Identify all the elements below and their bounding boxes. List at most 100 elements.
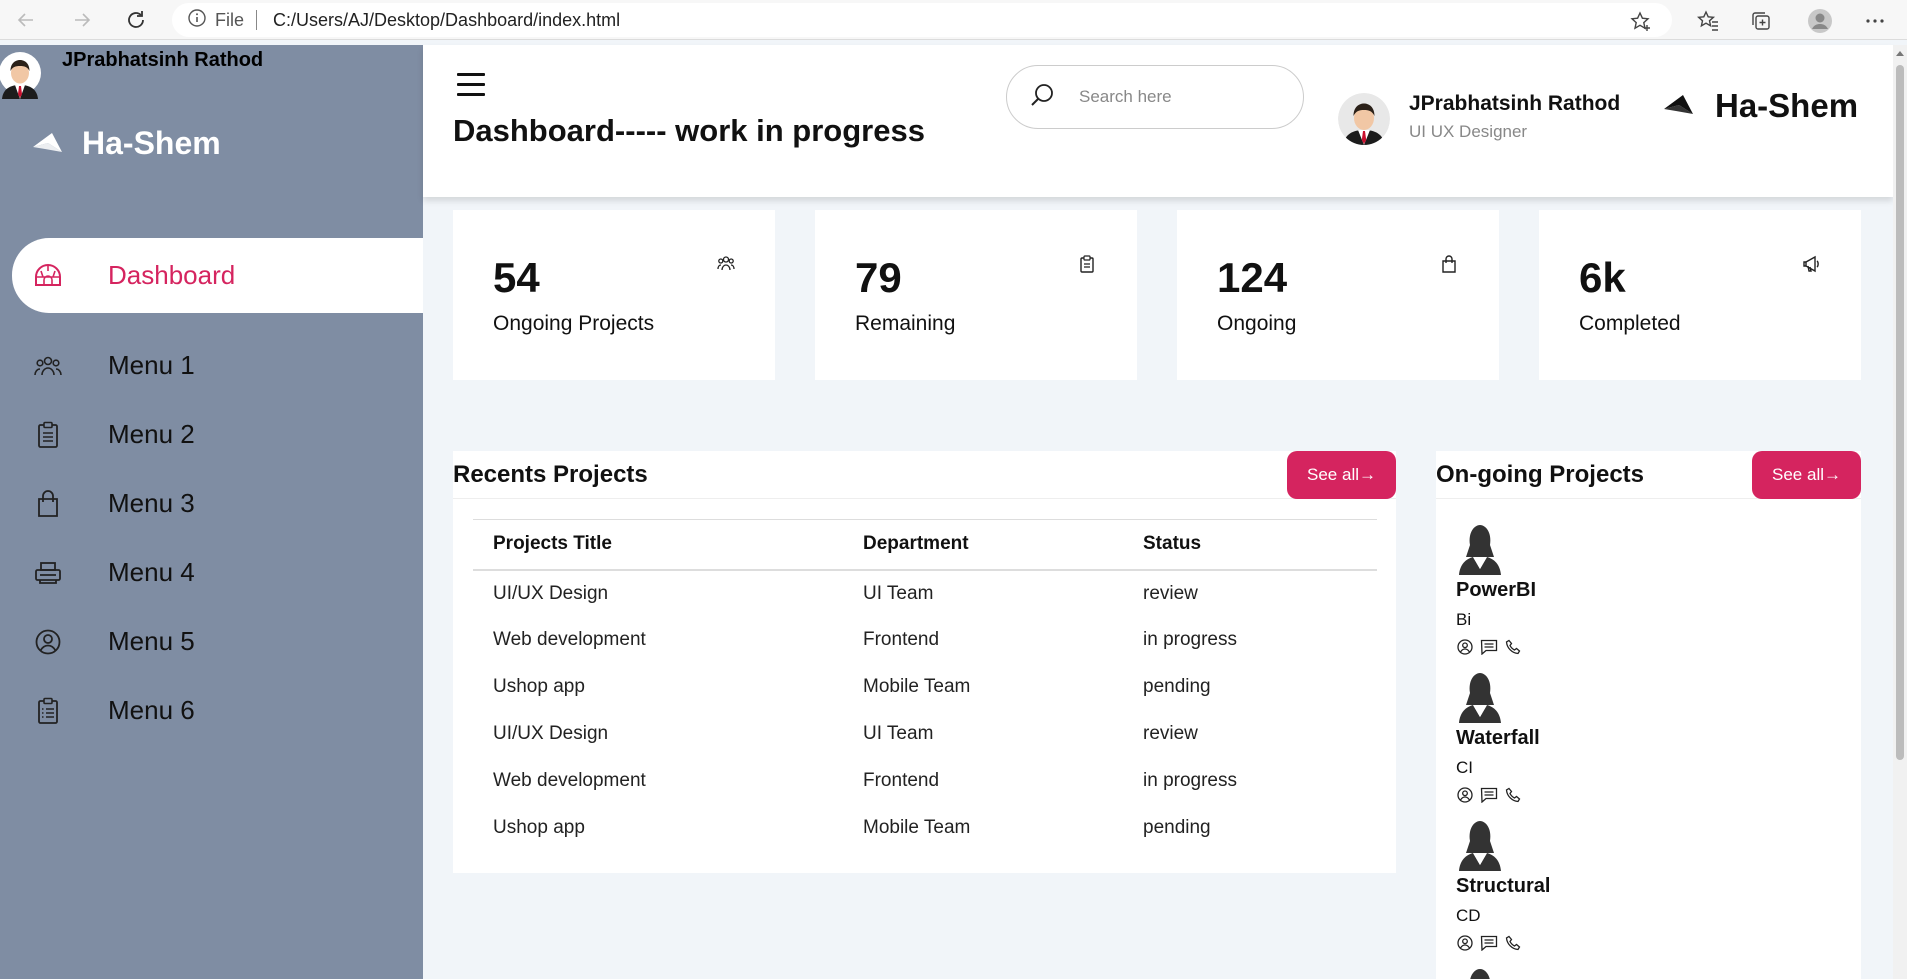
- megaphone-icon: [1803, 255, 1821, 273]
- projects-table: Projects Title Department Status UI/UX D…: [473, 519, 1377, 852]
- user-circle-icon[interactable]: [1456, 638, 1474, 656]
- search-input[interactable]: [1079, 87, 1279, 107]
- clipboard-icon: [1079, 255, 1097, 273]
- list-item[interactable]: Waterfall CI: [1456, 671, 1540, 804]
- search-box[interactable]: [1006, 65, 1304, 129]
- search-icon[interactable]: [1029, 82, 1055, 112]
- project-title: Ushop app: [493, 817, 585, 838]
- info-icon[interactable]: [188, 9, 206, 31]
- users-icon: [717, 255, 735, 273]
- stat-card[interactable]: 79 Remaining: [815, 210, 1137, 380]
- address-bar[interactable]: File C:/Users/AJ/Desktop/Dashboard/index…: [172, 3, 1672, 37]
- sidebar-brand-name: Ha-Shem: [82, 125, 221, 161]
- person-avatar-icon: [1456, 671, 1506, 723]
- browser-toolbar: File C:/Users/AJ/Desktop/Dashboard/index…: [0, 0, 1907, 40]
- back-button[interactable]: [14, 8, 38, 32]
- project-title: Web development: [493, 770, 646, 791]
- list-item[interactable]: [1456, 967, 1506, 979]
- clipboard-icon: [32, 419, 64, 451]
- project-department: Frontend: [863, 629, 940, 650]
- table-row[interactable]: Ushop app Mobile Team pending: [473, 805, 1377, 852]
- more-button[interactable]: [1862, 8, 1888, 34]
- phone-icon[interactable]: [1504, 638, 1522, 656]
- sidebar-item-label: Menu 3: [108, 488, 195, 518]
- project-title: Ushop app: [493, 676, 585, 697]
- table-row[interactable]: UI/UX Design UI Team review: [473, 711, 1377, 758]
- project-department: UI Team: [863, 582, 934, 604]
- shopping-bag-icon: [1441, 255, 1459, 273]
- person-department: CI: [1456, 758, 1473, 777]
- table-row[interactable]: Web development Frontend in progress: [473, 758, 1377, 805]
- sidebar-item-menu-6[interactable]: Menu 6: [12, 676, 423, 745]
- add-favorite-icon[interactable]: [1630, 11, 1652, 37]
- clipboard-list-icon: [32, 695, 64, 727]
- hamburger-menu-icon[interactable]: [457, 73, 485, 103]
- printer-icon: [32, 557, 64, 589]
- sidebar-item-label: Menu 1: [108, 350, 195, 380]
- project-title: UI/UX Design: [493, 582, 609, 604]
- shopping-bag-icon: [32, 488, 64, 520]
- person-avatar-icon: [1456, 819, 1506, 871]
- stat-card[interactable]: 6k Completed: [1539, 210, 1861, 380]
- project-status: pending: [1143, 676, 1211, 697]
- table-row[interactable]: Web development Frontend in progress: [473, 617, 1377, 664]
- stat-label: Completed: [1579, 312, 1681, 335]
- list-item[interactable]: Structural CD: [1456, 819, 1550, 952]
- sidebar-item-label: Menu 6: [108, 695, 195, 725]
- profile-icon: [1808, 9, 1832, 33]
- arrow-right-icon: [75, 13, 91, 27]
- project-status: review: [1143, 723, 1198, 744]
- scroll-thumb[interactable]: [1896, 65, 1904, 760]
- sidebar-brand[interactable]: Ha-Shem: [32, 125, 221, 162]
- favorites-button[interactable]: [1695, 8, 1721, 34]
- stat-label: Remaining: [855, 312, 956, 335]
- sidebar-item-menu-1[interactable]: Menu 1: [12, 331, 423, 400]
- table-header-row: Projects Title Department Status: [473, 519, 1377, 570]
- person-actions: [1456, 934, 1550, 952]
- see-all-button[interactable]: See all→: [1287, 451, 1396, 499]
- user-circle-icon[interactable]: [1456, 786, 1474, 804]
- project-department: UI Team: [863, 723, 934, 744]
- url-text[interactable]: C:/Users/AJ/Desktop/Dashboard/index.html: [273, 10, 620, 31]
- sidebar-item-menu-3[interactable]: Menu 3: [12, 469, 423, 538]
- column-header: Projects Title: [493, 533, 612, 555]
- list-item[interactable]: PowerBI Bi: [1456, 523, 1536, 656]
- sidebar-item-label: Menu 2: [108, 419, 195, 449]
- stat-card[interactable]: 124 Ongoing: [1177, 210, 1499, 380]
- ongoing-projects-panel: On-going Projects See all→ PowerBI Bi Wa…: [1436, 451, 1861, 979]
- phone-icon[interactable]: [1504, 934, 1522, 952]
- see-all-button[interactable]: See all→: [1752, 451, 1861, 499]
- person-actions: [1456, 786, 1540, 804]
- user-circle-icon: [32, 626, 64, 658]
- message-icon[interactable]: [1480, 638, 1498, 656]
- message-icon[interactable]: [1480, 934, 1498, 952]
- main-header: Dashboard----- work in progress JPrabhat…: [423, 45, 1893, 197]
- header-avatar[interactable]: [1338, 93, 1390, 145]
- user-circle-icon[interactable]: [1456, 934, 1474, 952]
- scroll-up-arrow[interactable]: [1896, 51, 1904, 56]
- project-status: review: [1143, 582, 1198, 604]
- sidebar: JPrabhatsinh Rathod Ha-Shem Dashboard Me…: [0, 45, 423, 979]
- header-user-name: JPrabhatsinh Rathod: [1409, 92, 1621, 115]
- profile-button[interactable]: [1807, 8, 1833, 34]
- sidebar-item-menu-5[interactable]: Menu 5: [12, 607, 423, 676]
- reload-button[interactable]: [124, 8, 148, 32]
- sidebar-item-dashboard[interactable]: Dashboard: [12, 238, 423, 313]
- collections-button[interactable]: [1748, 8, 1774, 34]
- person-department: CD: [1456, 906, 1481, 925]
- table-row[interactable]: UI/UX Design UI Team review: [473, 570, 1377, 617]
- project-title: UI/UX Design: [493, 723, 609, 744]
- header-brand[interactable]: Ha-Shem: [1663, 87, 1858, 125]
- table-row[interactable]: Ushop app Mobile Team pending: [473, 664, 1377, 711]
- sidebar-item-menu-4[interactable]: Menu 4: [12, 538, 423, 607]
- avatar-icon: [0, 52, 41, 99]
- message-icon[interactable]: [1480, 786, 1498, 804]
- forward-button[interactable]: [70, 8, 94, 32]
- stat-card[interactable]: 54 Ongoing Projects: [453, 210, 775, 380]
- stat-value: 54: [493, 254, 540, 301]
- phone-icon[interactable]: [1504, 786, 1522, 804]
- page-scrollbar[interactable]: [1893, 45, 1907, 979]
- sidebar-item-menu-2[interactable]: Menu 2: [12, 400, 423, 469]
- person-name: Waterfall: [1456, 727, 1540, 749]
- sidebar-item-label: Menu 5: [108, 626, 195, 656]
